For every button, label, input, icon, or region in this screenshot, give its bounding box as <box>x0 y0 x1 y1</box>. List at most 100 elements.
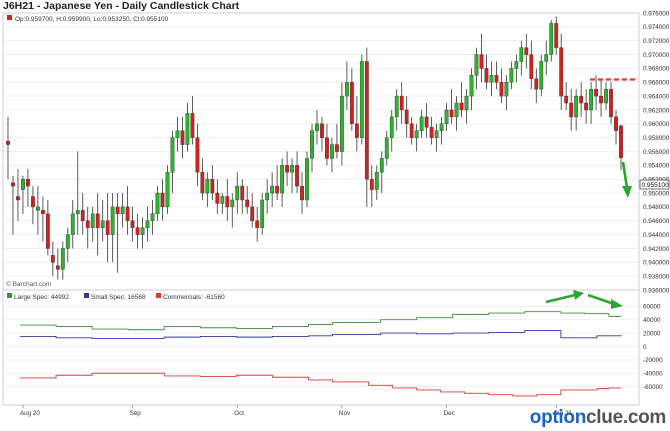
price-tick-label: 0.976000 <box>643 10 670 17</box>
candle-body <box>100 220 105 228</box>
candle <box>499 68 504 104</box>
candle-body <box>539 61 544 90</box>
large-spec-line <box>20 311 621 331</box>
candle <box>220 193 225 214</box>
candle-body <box>594 88 598 97</box>
candle-body <box>464 95 469 111</box>
candle <box>484 54 489 90</box>
candle-body <box>315 123 319 131</box>
price-tick-label: 0.964000 <box>643 93 670 100</box>
candle-body <box>359 61 364 138</box>
candle-body <box>549 23 554 55</box>
candle <box>305 151 309 207</box>
candle-body <box>50 255 55 263</box>
candle-body <box>275 185 280 194</box>
candle-body <box>374 172 379 190</box>
candle <box>290 158 294 194</box>
candle <box>584 89 589 124</box>
price-tick-label: 0.950000 <box>643 190 670 197</box>
watermark: option clue.com <box>530 407 667 429</box>
price-tick-label: 0.958000 <box>643 135 670 142</box>
candle <box>50 241 55 277</box>
candle <box>559 33 564 110</box>
candle <box>614 109 618 145</box>
candle-body <box>195 137 200 173</box>
candle-body <box>295 165 299 187</box>
watermark-part2: clue.com <box>586 407 666 428</box>
candle-body <box>210 178 215 194</box>
candle-body <box>449 109 454 118</box>
candle-body <box>130 220 135 228</box>
candle-body <box>290 165 294 173</box>
candle-body <box>574 95 579 118</box>
candle-body <box>190 113 195 138</box>
cot-tick-label: -20000 <box>643 357 663 364</box>
price-tick-label: 0.938000 <box>643 273 670 280</box>
candle-body <box>115 206 120 215</box>
candle <box>21 175 25 214</box>
candle-body <box>110 206 115 235</box>
candle <box>195 123 200 187</box>
candle-body <box>300 185 304 201</box>
candle <box>180 116 185 159</box>
candle <box>26 168 30 207</box>
candle-body <box>285 165 289 173</box>
candle <box>95 193 100 256</box>
candle-body <box>340 95 344 152</box>
candle-body <box>494 75 499 83</box>
candle <box>130 206 135 242</box>
candle <box>60 241 65 280</box>
candle <box>424 103 429 138</box>
candlestick-chart[interactable]: 0.976000 0.974000 0.972000 0.970000 0.968000… <box>0 0 670 431</box>
candle <box>604 82 608 110</box>
cot-tick-label: 60000 <box>643 304 661 311</box>
cot-tick-label: 20000 <box>643 330 661 337</box>
price-tick-label: 0.946000 <box>643 218 670 225</box>
price-tick-label: 0.960000 <box>643 121 670 128</box>
candle-body <box>235 185 240 201</box>
candle <box>325 123 329 166</box>
candle-body <box>444 109 449 124</box>
candle-body <box>394 95 399 118</box>
candle-body <box>170 137 175 173</box>
candle <box>539 54 544 97</box>
candle-body <box>424 116 429 128</box>
candle-body <box>609 88 613 118</box>
candle-body <box>45 213 50 249</box>
candle-body <box>90 213 95 228</box>
candle <box>354 96 359 152</box>
down-right-arrow-icon <box>587 293 623 309</box>
candle-body <box>604 88 608 104</box>
candle <box>394 89 399 131</box>
candle <box>349 68 354 131</box>
price-tick-label: 0.974000 <box>643 24 670 31</box>
candle-body <box>364 61 369 180</box>
candle <box>335 123 339 159</box>
candle <box>215 179 220 214</box>
commercials-line <box>20 372 621 397</box>
candle-body <box>469 75 474 97</box>
candle <box>449 89 454 124</box>
candle <box>260 193 265 235</box>
candle-body <box>335 144 339 152</box>
candle-body <box>140 227 145 235</box>
candle <box>45 199 50 256</box>
candle <box>315 109 319 145</box>
candle <box>454 96 459 131</box>
candle-body <box>379 158 384 173</box>
candle-body <box>150 213 155 221</box>
candle-body <box>120 206 125 215</box>
cot-tick-label: 0 <box>643 344 647 351</box>
candle-body <box>499 82 504 97</box>
candle-body <box>11 182 15 187</box>
candle <box>300 172 304 214</box>
candle-body <box>524 47 529 55</box>
candle <box>469 68 474 110</box>
price-tick-label: 0.972000 <box>643 38 670 45</box>
candle-body <box>489 75 494 83</box>
small-spec-line <box>20 329 622 339</box>
candle-body <box>599 95 603 104</box>
candle-body <box>75 210 80 215</box>
candle-body <box>270 185 275 194</box>
candle-body <box>220 196 225 204</box>
